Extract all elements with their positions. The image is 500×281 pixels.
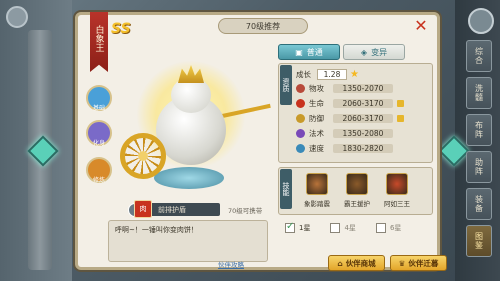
skill-left-label: 化身 [92,140,105,147]
partner-shop-button[interactable]: ⌂ 伙伴商城 [328,255,385,271]
close-icon[interactable]: ✕ [413,18,429,34]
stat-label: 防御 [309,114,324,123]
right-tab-0[interactable]: 综合 [466,40,492,72]
tab-label: 变异 [371,47,388,57]
stat-row: 法术 1350-2080 [296,128,426,139]
menu-button[interactable] [6,6,28,28]
mutation-icon: ◈ [360,47,368,57]
star-icon: ★ [350,69,359,80]
role-nameplate: 肉 前排护盾 [134,200,220,218]
hero-portrait [116,55,271,205]
stat-row: 生命 2060-3170 [296,98,426,109]
stat-label: 速度 [309,144,324,153]
stat-value: 1350-2080 [333,129,393,138]
role-label: 前排护盾 [158,205,186,214]
settings-button[interactable] [468,8,494,34]
skill-icon[interactable] [306,173,328,195]
checkbox-icon[interactable] [330,223,341,233]
window-title: 70级推荐 [218,18,308,34]
right-tab-4[interactable]: 装备 [466,188,492,220]
checkbox-icon[interactable] [375,223,386,233]
star-option-6[interactable]: 6星 [375,223,401,233]
stat-icon [296,129,305,138]
skill-icon[interactable] [346,173,368,195]
stat-row: 物攻 1350-2070 [296,83,426,94]
stat-value: 2060-3170 [333,99,393,108]
right-tab-2[interactable]: 布阵 [466,114,492,146]
stat-value: 2060-3170 [333,114,393,123]
partner-panel: 70级推荐 ✕ 白象王 SS 基础 化身 修炼 肉 前排护盾 70级可携带 呼啊… [75,12,447,271]
guide-link[interactable]: 伙伴攻略 [218,259,244,269]
section-label: 技能 [280,169,292,209]
stat-row: 防御 2060-3170 [296,113,426,124]
stat-label: 法术 [309,129,324,138]
stat-value: 1350-2070 [333,84,393,93]
bonus-icon [397,100,404,107]
skill-name: 阿如三王 [384,200,410,208]
stat-icon [296,99,305,108]
stat-icon [296,84,305,93]
pedestal [154,167,224,189]
tab-normal[interactable]: ▣ 普通 [278,44,340,60]
bonus-icon [397,115,404,122]
stat-row: 速度 1830-2820 [296,143,426,154]
skill-icon[interactable] [386,173,408,195]
skill-name: 象影踏震 [304,200,330,208]
stat-icon [296,114,305,123]
skill-left-label: 基础 [92,105,105,112]
tab-label: 普通 [306,47,323,57]
trophy-icon: ♛ [398,258,406,268]
section-label: 资质 [280,65,292,105]
growth-label: 成长 [296,70,311,79]
star-option-1[interactable]: 1星 [285,221,310,233]
right-tab-3[interactable]: 助阵 [466,151,492,183]
position-tag: 肉 [134,200,152,218]
tab-variant[interactable]: ◈ 变异 [343,44,405,60]
book-icon: ▣ [295,47,303,57]
growth-value: 1.28 [317,69,347,80]
growth-row: 成长 1.28 ★ [296,69,359,80]
stat-icon [296,144,305,153]
hero-quote: 呼啊~！一锤叫你变肉饼！ [108,220,268,262]
stat-value: 1830-2820 [333,144,393,153]
rank-badge: SS [111,21,131,37]
skill-name: 霸王援护 [344,200,370,208]
level-note: 70级可携带 [228,207,263,215]
skill-left-label: 修炼 [92,177,105,184]
star-filter: 1星 4星 6星 [285,221,401,233]
hero-name-banner: 白象王 [90,12,108,72]
stat-label: 物攻 [309,84,324,93]
shop-icon: ⌂ [337,258,343,268]
right-tab-1[interactable]: 洗髓 [466,77,492,109]
partner-rank-button[interactable]: ♛ 伙伴迁暮 [390,255,447,271]
star-option-4[interactable]: 4星 [330,223,356,233]
dharma-wheel-icon [120,133,166,179]
checkbox-icon[interactable] [285,221,295,233]
stat-label: 生命 [309,99,324,108]
right-tab-5[interactable]: 图鉴 [466,225,492,257]
